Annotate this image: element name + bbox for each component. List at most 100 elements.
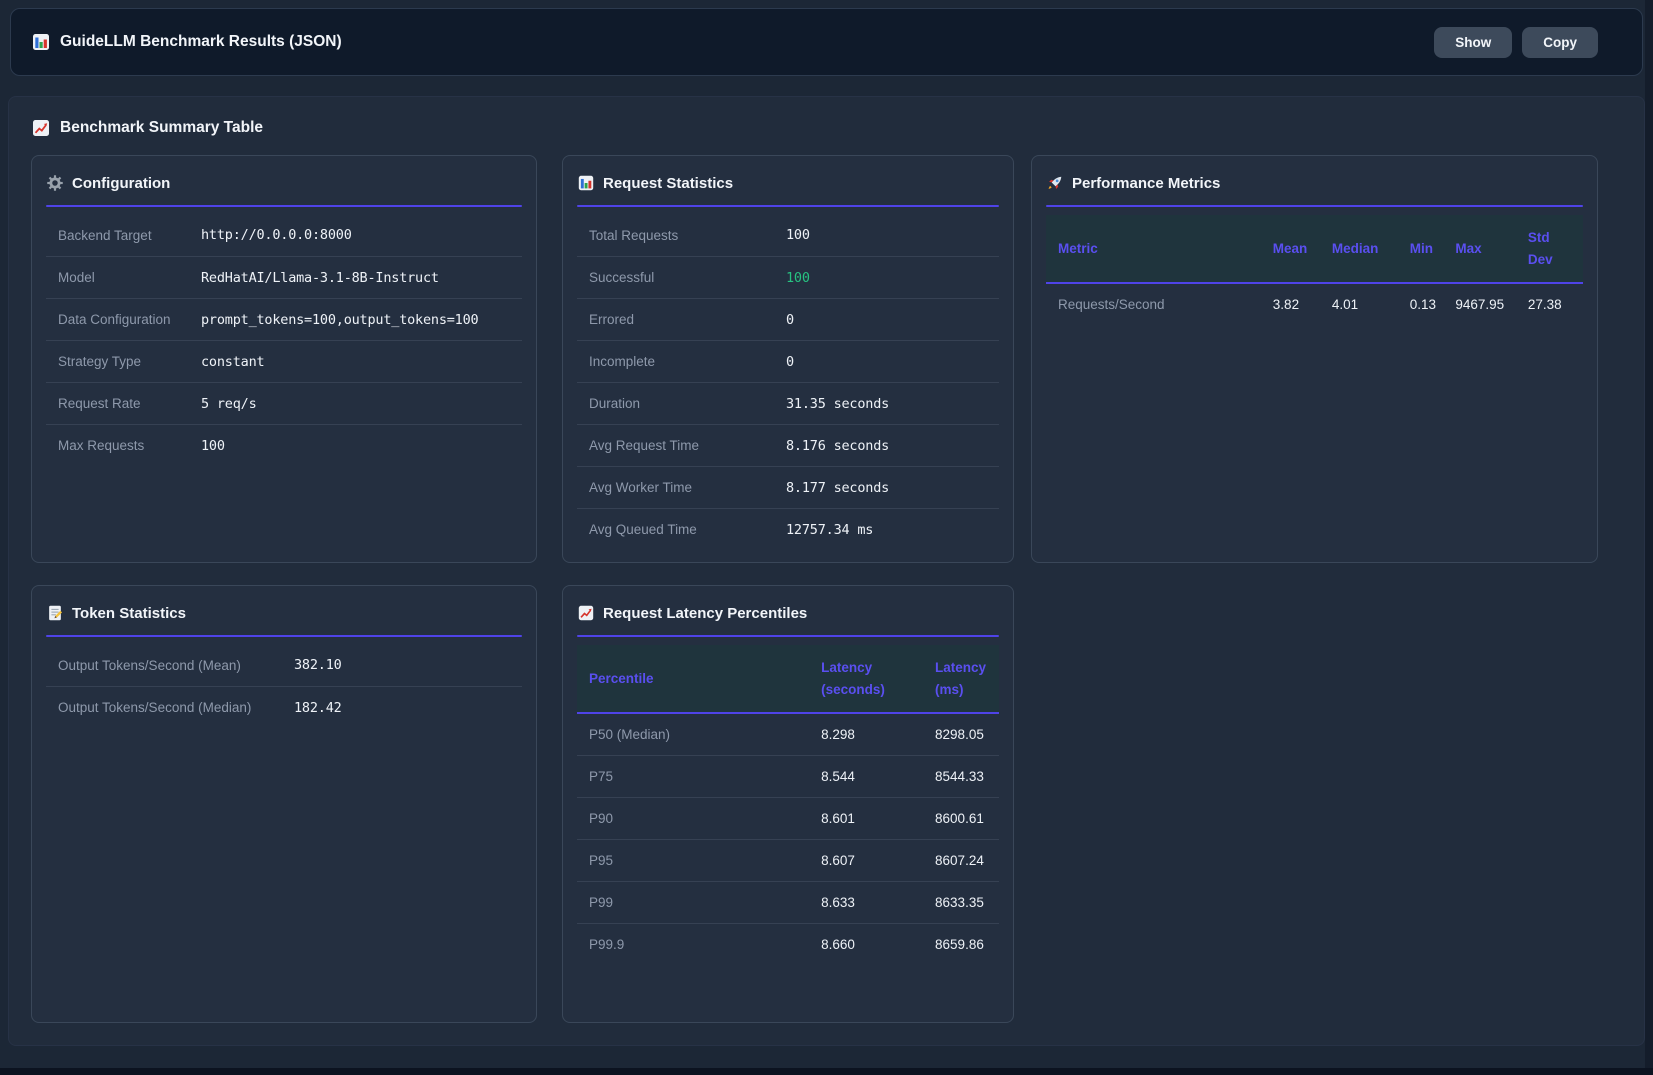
title-underline: [577, 635, 999, 637]
card-title: Performance Metrics: [1072, 175, 1220, 192]
stat-label: Total Requests: [589, 228, 786, 243]
stat-value: 182.42: [294, 700, 342, 716]
card-title: Request Statistics: [603, 175, 733, 192]
table-row: Requests/Second3.824.010.139467.9527.38: [1046, 283, 1583, 325]
stat-row: Duration31.35 seconds: [577, 382, 999, 424]
stat-rows: Total Requests100Successful100Errored0In…: [577, 214, 999, 550]
cell-value: 8.607: [809, 839, 923, 881]
stat-value: 12757.34 ms: [786, 522, 873, 538]
request-statistics-card-title: Request Statistics: [577, 174, 999, 192]
show-button[interactable]: Show: [1434, 27, 1512, 58]
stat-row: Errored0: [577, 298, 999, 340]
stat-value: http://0.0.0.0:8000: [201, 227, 352, 243]
stat-row: Avg Queued Time12757.34 ms: [577, 508, 999, 550]
stat-value: prompt_tokens=100,output_tokens=100: [201, 312, 478, 328]
memo-icon: [46, 604, 64, 622]
column-header: Max: [1443, 215, 1515, 283]
stat-row: Avg Worker Time8.177 seconds: [577, 466, 999, 508]
stat-value: 382.10: [294, 657, 342, 673]
row-label: P95: [577, 839, 809, 881]
token-statistics-card-title: Token Statistics: [46, 604, 522, 622]
gear-icon: [46, 174, 64, 192]
stat-row: Request Rate5 req/s: [46, 382, 522, 424]
stat-label: Errored: [589, 312, 786, 327]
column-header: Min: [1398, 215, 1444, 283]
cell-value: 8298.05: [923, 713, 999, 755]
row-label: P50 (Median): [577, 713, 809, 755]
token-statistics-card: Token Statistics Output Tokens/Second (M…: [31, 585, 537, 1023]
stat-row: Backend Targethttp://0.0.0.0:8000: [46, 214, 522, 256]
stat-label: Successful: [589, 270, 786, 285]
cell-value: 0.13: [1398, 283, 1444, 325]
table-row: P958.6078607.24: [577, 839, 999, 881]
stat-label: Model: [58, 270, 201, 285]
stat-row: Output Tokens/Second (Mean)382.10: [46, 644, 522, 686]
stat-row: Strategy Typeconstant: [46, 340, 522, 382]
column-header: Std Dev: [1516, 215, 1583, 283]
card-title: Configuration: [72, 175, 170, 192]
scrollbar-track[interactable]: [1645, 0, 1653, 1075]
column-header: Percentile: [577, 645, 809, 713]
configuration-card-title: Configuration: [46, 174, 522, 192]
title-underline: [46, 635, 522, 637]
cell-value: 8.660: [809, 923, 923, 965]
copy-button[interactable]: Copy: [1522, 27, 1598, 58]
chart-increasing-icon: [577, 604, 595, 622]
stat-label: Output Tokens/Second (Mean): [58, 658, 294, 673]
stat-rows: Backend Targethttp://0.0.0.0:8000ModelRe…: [46, 214, 522, 466]
configuration-card: Configuration Backend Targethttp://0.0.0…: [31, 155, 537, 563]
title-underline: [1046, 205, 1583, 207]
stat-value: 100: [786, 270, 810, 286]
row-label: Requests/Second: [1046, 283, 1261, 325]
table-row: P758.5448544.33: [577, 755, 999, 797]
column-header: Latency (ms): [923, 645, 999, 713]
stat-rows: Output Tokens/Second (Mean)382.10Output …: [46, 644, 522, 728]
stat-label: Request Rate: [58, 396, 201, 411]
section-title-wrap: Benchmark Summary Table: [31, 118, 263, 138]
card-title: Token Statistics: [72, 605, 186, 622]
performance-metrics-table: MetricMeanMedianMinMaxStd DevRequests/Se…: [1046, 215, 1583, 325]
stat-value: 0: [786, 354, 794, 370]
chart-increasing-icon: [31, 118, 51, 138]
header-actions: Show Copy: [1434, 27, 1598, 58]
stat-value: constant: [201, 354, 264, 370]
header-bar: GuideLLM Benchmark Results (JSON) Show C…: [10, 8, 1643, 76]
page-title-wrap: GuideLLM Benchmark Results (JSON): [31, 32, 342, 52]
table-row: P908.6018600.61: [577, 797, 999, 839]
stat-row: Total Requests100: [577, 214, 999, 256]
rocket-icon: [1046, 174, 1064, 192]
stat-row: ModelRedHatAI/Llama-3.1-8B-Instruct: [46, 256, 522, 298]
title-underline: [46, 205, 522, 207]
stat-label: Incomplete: [589, 354, 786, 369]
cell-value: 8544.33: [923, 755, 999, 797]
row-label: P99.9: [577, 923, 809, 965]
cell-value: 27.38: [1516, 283, 1583, 325]
stat-row: Max Requests100: [46, 424, 522, 466]
performance-metrics-card-title: Performance Metrics: [1046, 174, 1583, 192]
request-statistics-card: Request Statistics Total Requests100Succ…: [562, 155, 1014, 563]
stat-label: Avg Queued Time: [589, 522, 786, 537]
stat-value: 31.35 seconds: [786, 396, 889, 412]
table-header-row: PercentileLatency (seconds)Latency (ms): [577, 645, 999, 713]
stat-value: 100: [201, 438, 225, 454]
page-title: GuideLLM Benchmark Results (JSON): [60, 33, 342, 51]
stat-row: Data Configurationprompt_tokens=100,outp…: [46, 298, 522, 340]
bar-chart-icon: [31, 32, 51, 52]
column-header: Metric: [1046, 215, 1261, 283]
performance-metrics-card: Performance Metrics MetricMeanMedianMinM…: [1031, 155, 1598, 563]
row-label: P99: [577, 881, 809, 923]
cell-value: 9467.95: [1443, 283, 1515, 325]
table-row: P99.98.6608659.86: [577, 923, 999, 965]
column-header: Latency (seconds): [809, 645, 923, 713]
cell-value: 8659.86: [923, 923, 999, 965]
stat-row: Incomplete0: [577, 340, 999, 382]
cell-value: 8600.61: [923, 797, 999, 839]
stat-label: Duration: [589, 396, 786, 411]
stat-label: Max Requests: [58, 438, 201, 453]
stat-row: Avg Request Time8.176 seconds: [577, 424, 999, 466]
stat-label: Data Configuration: [58, 312, 201, 327]
title-underline: [577, 205, 999, 207]
cell-value: 8633.35: [923, 881, 999, 923]
bar-chart-icon: [577, 174, 595, 192]
section-title: Benchmark Summary Table: [60, 119, 263, 137]
